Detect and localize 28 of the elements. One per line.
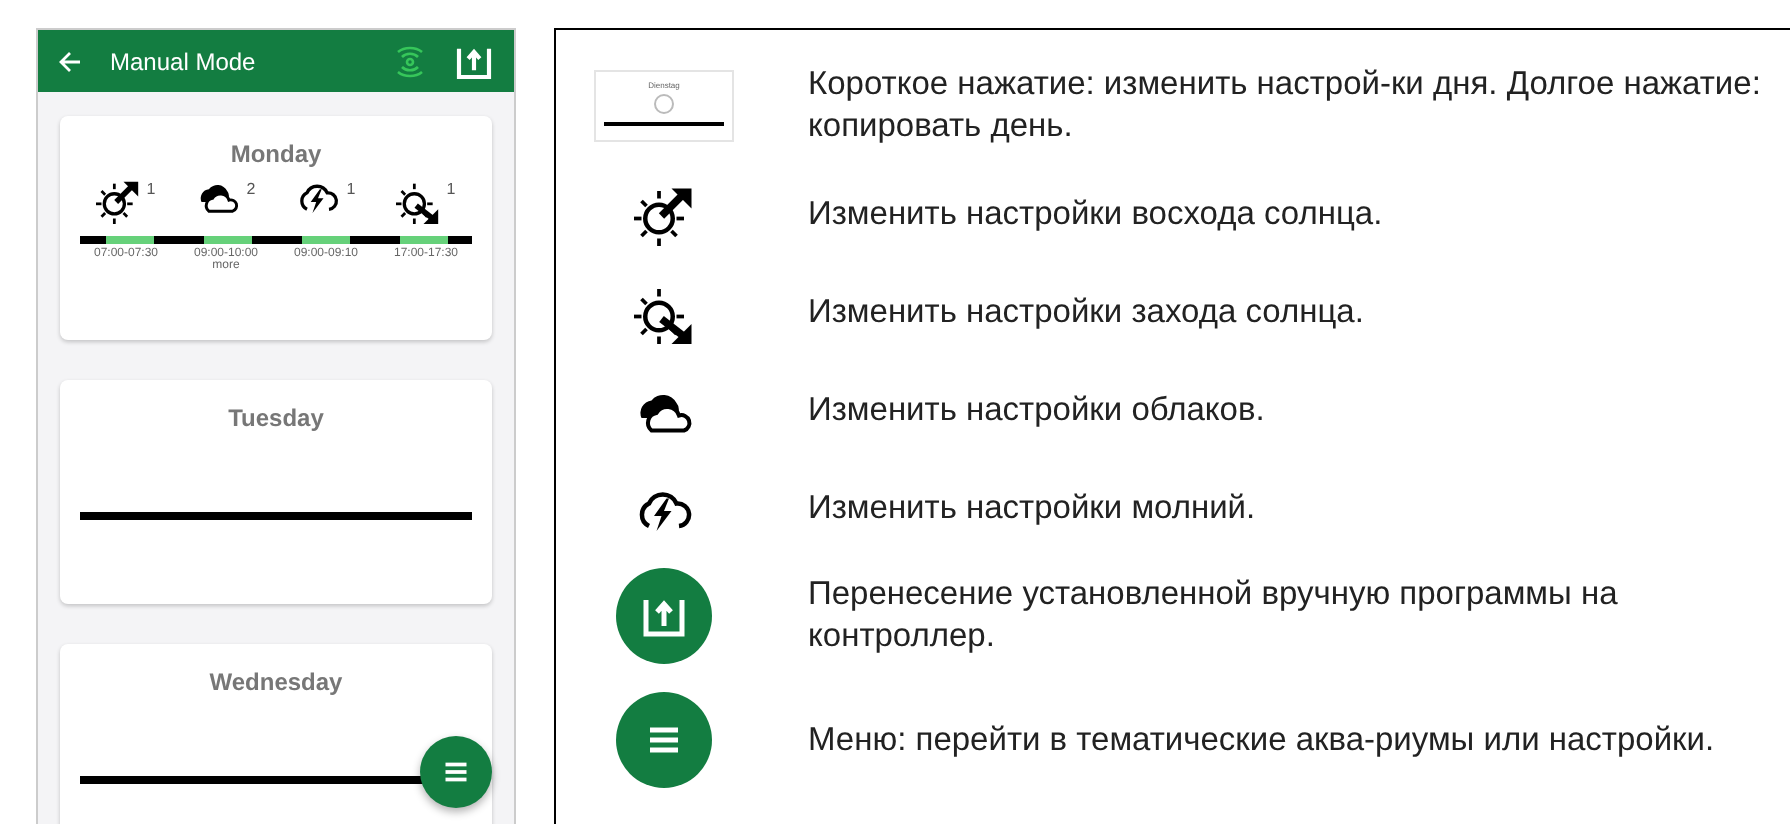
legend-description: Изменить настройки восхода солнца. [806, 194, 1385, 236]
legend-description: Перенесение установленной вручную программы на контроллер. [806, 574, 1620, 658]
storm-cloud-icon [634, 486, 694, 532]
event-count: 1 [346, 180, 356, 198]
storm-cloud-icon [296, 180, 341, 213]
thumbnail-circle-icon [654, 94, 674, 114]
day-card[interactable]: Tuesday [60, 380, 492, 604]
day-name: Tuesday [228, 404, 324, 432]
legend-description: Меню: перейти в тематические аква-риумы или настройки. [806, 719, 1717, 761]
screen-title: Manual Mode [110, 47, 258, 75]
legend-description: Изменить настройки молний. [806, 488, 1258, 530]
upload-button[interactable] [616, 568, 712, 664]
day-card[interactable]: Wednesday [60, 644, 492, 824]
menu-button[interactable] [616, 692, 712, 788]
sunrise-icon [634, 185, 694, 245]
sunset-icon [634, 283, 694, 343]
event-count: 2 [246, 180, 256, 198]
sunset-icon [396, 180, 441, 224]
sunrise-icon [96, 180, 141, 224]
legend-description: Короткое нажатие: изменить настрой-ки дня. Долгое нажатие: копировать день. [806, 64, 1763, 148]
event-count: 1 [446, 180, 456, 198]
back-arrow-icon[interactable] [58, 49, 82, 73]
cloud-icon [196, 180, 241, 213]
event-count: 1 [146, 180, 156, 198]
day-name: Monday [230, 140, 322, 168]
day-name: Wednesday [209, 668, 343, 696]
legend-description: Изменить настройки захода солнца. [806, 292, 1366, 334]
legend-description: Изменить настройки облаков. [806, 390, 1267, 432]
